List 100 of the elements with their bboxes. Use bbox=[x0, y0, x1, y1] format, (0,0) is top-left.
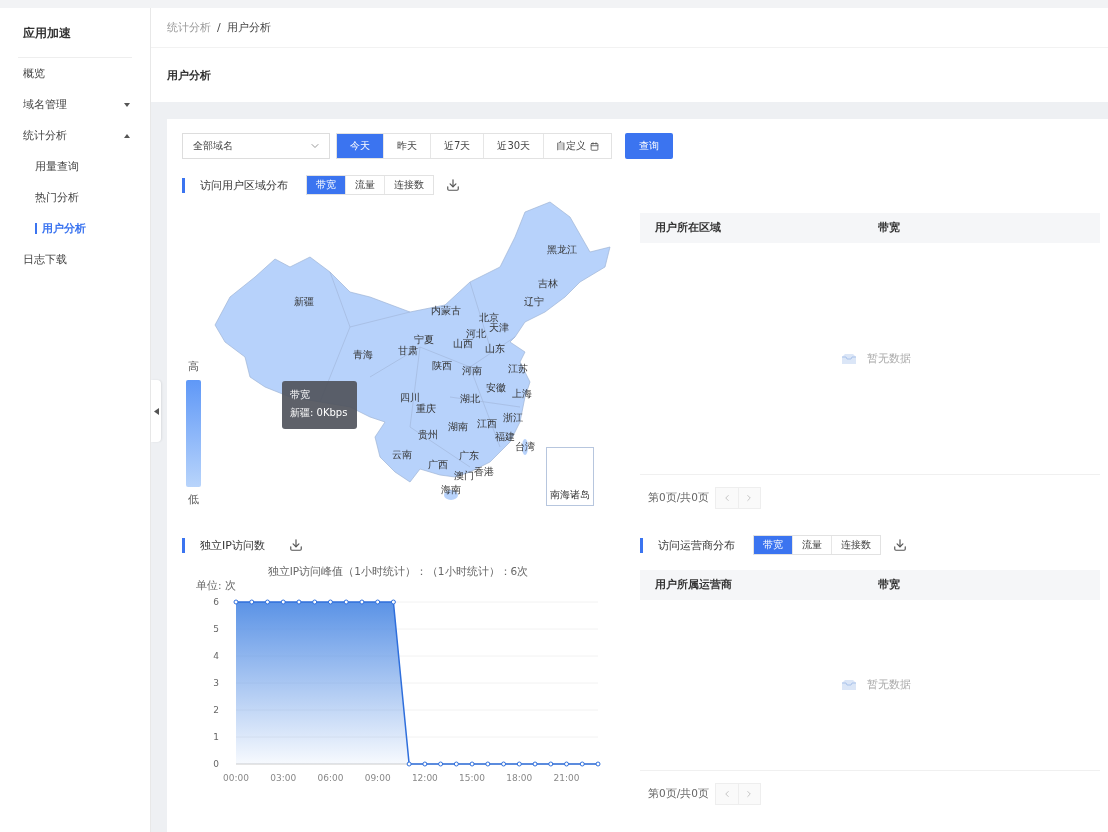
data-point bbox=[438, 761, 444, 767]
data-point bbox=[233, 599, 239, 605]
page-title: 用户分析 bbox=[166, 67, 212, 84]
province-label: 黑龙江 bbox=[547, 243, 577, 257]
province-label: 内蒙古 bbox=[431, 304, 461, 318]
y-tick-label: 3 bbox=[213, 678, 219, 688]
collapse-arrow-icon bbox=[153, 407, 159, 415]
data-point bbox=[501, 761, 507, 767]
province-label: 江西 bbox=[477, 417, 497, 431]
data-point bbox=[280, 599, 286, 605]
data-point bbox=[469, 761, 475, 767]
province-label: 四川 bbox=[400, 391, 420, 403]
tooltip-text: 新疆: 0Kbps bbox=[290, 406, 349, 420]
empty-text: 暂无数据 bbox=[866, 351, 911, 366]
inset-label: 南海诸岛 bbox=[550, 488, 590, 502]
data-point bbox=[249, 599, 255, 605]
breadcrumb-item: 用户分析 bbox=[226, 20, 271, 35]
province-label: 宁夏 bbox=[414, 333, 434, 345]
legend-low-label: 低 bbox=[187, 492, 199, 507]
download-icon[interactable] bbox=[288, 538, 303, 552]
chart-title: 独立IP访问峰值（1小时统计）：（1小时统计）：6次 bbox=[267, 565, 529, 577]
legend-high-label: 高 bbox=[187, 359, 199, 374]
province-label: 香港 bbox=[474, 465, 494, 477]
data-point bbox=[406, 761, 412, 767]
sidebar-item[interactable]: 统计分析 bbox=[0, 120, 150, 151]
data-point bbox=[296, 599, 302, 605]
province-label: 吉林 bbox=[538, 277, 558, 291]
province-label: 甘肃 bbox=[398, 344, 418, 358]
y-tick-label: 5 bbox=[213, 624, 219, 634]
y-tick-label: 4 bbox=[213, 651, 219, 661]
data-point bbox=[312, 599, 318, 605]
x-tick-label: 12:00 bbox=[411, 773, 438, 783]
y-tick-label: 1 bbox=[213, 732, 219, 742]
data-point bbox=[516, 761, 522, 767]
data-point bbox=[595, 761, 601, 767]
province-label: 新疆 bbox=[294, 295, 314, 309]
metric-tab[interactable]: 带宽 bbox=[754, 536, 792, 554]
province-label: 江苏 bbox=[508, 362, 528, 376]
download-icon[interactable] bbox=[893, 538, 907, 552]
province-label: 福建 bbox=[495, 430, 515, 444]
province-label: 河北 bbox=[466, 327, 486, 340]
y-tick-label: 2 bbox=[213, 705, 219, 715]
breadcrumb-separator: / bbox=[217, 21, 221, 34]
province-label: 湖北 bbox=[460, 392, 480, 406]
data-point bbox=[453, 761, 459, 767]
x-tick-label: 00:00 bbox=[223, 773, 249, 783]
province-label: 云南 bbox=[392, 448, 412, 462]
y-tick-label: 0 bbox=[213, 759, 219, 769]
sidebar-item[interactable]: 概览 bbox=[0, 58, 150, 89]
x-tick-label: 15:00 bbox=[459, 773, 486, 783]
sidebar-item[interactable]: 日志下载 bbox=[0, 244, 150, 275]
x-tick-label: 21:00 bbox=[553, 773, 580, 783]
date-range-button[interactable]: 今天 bbox=[337, 134, 383, 158]
sidebar-title: 应用加速 bbox=[18, 8, 132, 58]
metric-tab[interactable]: 带宽 bbox=[307, 176, 345, 194]
data-point bbox=[343, 599, 349, 605]
column-header: 用户所属运营商 bbox=[655, 578, 733, 592]
query-button[interactable]: 查询 bbox=[625, 133, 674, 159]
province-label: 海南 bbox=[441, 483, 461, 497]
data-point bbox=[579, 761, 585, 767]
sidebar-item[interactable]: 域名管理 bbox=[0, 89, 150, 120]
x-tick-label: 06:00 bbox=[317, 773, 344, 783]
x-tick-label: 18:00 bbox=[506, 773, 533, 783]
section-title: 访问运营商分布 bbox=[658, 537, 735, 553]
download-icon[interactable] bbox=[446, 178, 460, 192]
data-point bbox=[359, 599, 365, 605]
province-label: 浙江 bbox=[503, 411, 523, 425]
x-tick-label: 03:00 bbox=[270, 773, 297, 783]
empty-box-icon bbox=[839, 352, 858, 365]
collapse-handle[interactable] bbox=[151, 380, 161, 442]
pagination-text: 第0页/共0页 bbox=[648, 491, 709, 505]
province-label: 山西 bbox=[453, 338, 473, 351]
province-label: 辽宁 bbox=[524, 295, 544, 309]
province-label: 重庆 bbox=[416, 402, 436, 416]
data-point bbox=[422, 761, 428, 767]
data-point bbox=[548, 761, 554, 767]
data-point bbox=[564, 761, 569, 767]
domain-select[interactable]: 全部域名 bbox=[182, 133, 330, 159]
data-point bbox=[390, 599, 396, 605]
province-label: 陕西 bbox=[432, 359, 452, 373]
pagination-text: 第0页/共0页 bbox=[648, 787, 709, 801]
y-axis-unit: 单位: 次 bbox=[196, 579, 236, 591]
province-label: 澳门 bbox=[454, 470, 474, 483]
y-tick-label: 6 bbox=[213, 597, 219, 607]
province-label: 台湾 bbox=[515, 441, 535, 454]
province-label: 广西 bbox=[428, 458, 448, 472]
data-point bbox=[265, 599, 270, 605]
sidebar-subitem[interactable]: 用量查询 bbox=[0, 151, 150, 182]
province-label: 河南 bbox=[462, 364, 482, 378]
province-label: 广东 bbox=[459, 449, 479, 463]
data-point bbox=[375, 599, 381, 605]
x-tick-label: 09:00 bbox=[364, 773, 391, 783]
province-label: 山东 bbox=[485, 342, 505, 356]
calendar-icon bbox=[590, 141, 600, 151]
empty-box-icon bbox=[839, 679, 858, 691]
column-header: 带宽 bbox=[877, 578, 901, 592]
province-label: 贵州 bbox=[418, 428, 438, 442]
sidebar-subitem[interactable]: 用户分析 bbox=[0, 213, 150, 244]
column-header: 带宽 bbox=[877, 221, 901, 235]
sidebar-subitem[interactable]: 热门分析 bbox=[0, 182, 150, 213]
